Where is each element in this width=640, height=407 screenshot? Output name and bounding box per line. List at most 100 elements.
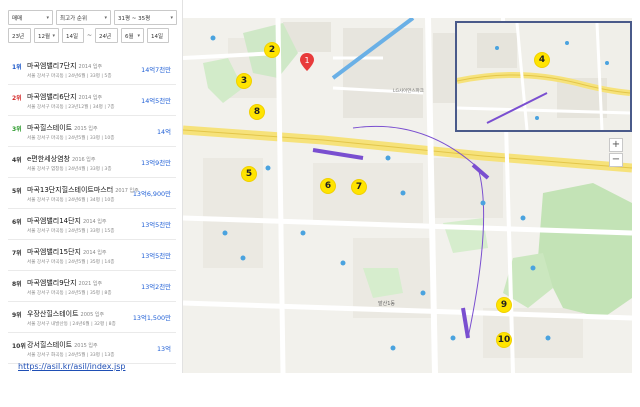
transaction-detail: 서울 강서구 화곡동 | 24년5월 | 33평 | 13층 [27, 353, 115, 358]
rank-label: 4위 [12, 157, 22, 164]
transaction-detail: 서울 강서구 내발산동 | 24년6월 | 32평 | 8층 [27, 322, 116, 327]
rank-label: 8위 [12, 281, 22, 288]
move-in-year: 2014 입주 [83, 250, 107, 256]
rank-label: 2위 [12, 95, 22, 102]
price-value: 13억5천만 [141, 252, 171, 260]
sort-select[interactable]: 최고가 순위 ▾ [56, 10, 111, 25]
transaction-detail: 서울 강서구 마곡동 | 24년6월 | 33평 | 5층 [27, 74, 112, 79]
chevron-down-icon: ▾ [170, 14, 173, 21]
apartment-name: 마곡엠밸리15단지 2014 입주 [27, 247, 107, 257]
rank-label: 7위 [12, 250, 22, 257]
price-value: 13억6,900만 [132, 190, 171, 198]
move-in-year: 2014 입주 [78, 95, 103, 101]
end-month-select[interactable]: 6월 ▾ [121, 28, 145, 43]
transaction-detail: 서울 강서구 마곡동 | 24년6월 | 34평 | 10층 [27, 198, 115, 203]
start-year-select[interactable]: 23년 [8, 28, 31, 43]
pin-label: 1 [304, 56, 309, 65]
ranking-item[interactable]: 3위 마곡힐스테이트 2015 입주서울 강서구 마곡동 | 24년5월 | 33평… [0, 116, 182, 147]
size-select[interactable]: 31평 ~ 35평 ▾ [114, 10, 177, 25]
apartment-name: 마곡힐스테이트 2015 입주 [27, 123, 98, 133]
zoom-in-button[interactable]: + [609, 138, 623, 152]
apartment-name: 마곡엠밸리6단지 2014 입주 [27, 92, 102, 102]
apartment-name: 마곡13단지힐스테이트마스터 2017 입주 [27, 185, 139, 195]
range-separator: ~ [87, 32, 93, 39]
price-value: 13억5천만 [141, 221, 171, 229]
price-value: 13억 [156, 345, 171, 353]
size-value: 31평 ~ 35평 [118, 15, 151, 22]
apartment-name-text: 마곡엠밸리9단지 [27, 279, 77, 287]
transaction-detail: 서울 강서구 마곡동 | 24년5월 | 35평 | 14층 [27, 260, 115, 265]
apartment-marker-7[interactable]: 7 [351, 179, 367, 195]
ranking-item[interactable]: 7위 마곡엠밸리15단지 2014 입주서울 강서구 마곡동 | 24년5월 | 3… [0, 240, 182, 271]
start-month-select[interactable]: 12월 ▾ [34, 28, 59, 43]
apartment-name-text: 마곡엠밸리14단지 [27, 217, 81, 225]
filter-row-2: 23년 12월 ▾ 14일 ~ 24년 6월 ▾ 14일 [8, 28, 170, 43]
apartment-name: 마곡엠밸리7단지 2014 입주 [27, 61, 102, 71]
apartment-marker-2[interactable]: 2 [264, 42, 280, 58]
transaction-detail: 서울 강서구 염창동 | 24년4월 | 33평 | 3층 [27, 167, 112, 172]
ranking-item[interactable]: 8위 마곡엠밸리9단지 2021 입주서울 강서구 마곡동 | 24년5월 | 35… [0, 271, 182, 302]
apartment-name: 강서힐스테이트 2015 입주 [27, 340, 98, 350]
move-in-year: 2015 입주 [74, 343, 98, 349]
apartment-name: 마곡엠밸리9단지 2021 입주 [27, 278, 102, 288]
price-value: 14억 [156, 128, 171, 136]
apartment-name-text: e편한세상염창 [27, 155, 70, 163]
ranking-item[interactable]: 2위 마곡엠밸리6단지 2014 입주서울 강서구 마곡동 | 23년12월 | 3… [0, 85, 182, 116]
landmark-label: LG사이언스파크 [393, 87, 424, 94]
apartment-marker-6[interactable]: 6 [320, 178, 336, 194]
apartment-name-text: 마곡엠밸리7단지 [27, 62, 77, 70]
price-value: 13억1,500만 [132, 314, 171, 322]
apartment-name: e편한세상염창 2016 입주 [27, 154, 95, 164]
apartment-name-text: 강서힐스테이트 [27, 341, 73, 349]
zoom-out-button[interactable]: − [609, 153, 623, 167]
apartment-marker-3[interactable]: 3 [236, 73, 252, 89]
apartment-marker-8[interactable]: 8 [249, 104, 265, 120]
apartment-marker-5[interactable]: 5 [241, 166, 257, 182]
apartment-name-text: 마곡엠밸리15단지 [27, 248, 81, 256]
apartment-marker-10[interactable]: 10 [496, 332, 512, 348]
price-value: 13억9천만 [141, 159, 171, 167]
apartment-marker-4[interactable]: 4 [534, 52, 550, 68]
move-in-year: 2005 입주 [80, 312, 105, 318]
apartment-name: 마곡엠밸리14단지 2014 입주 [27, 216, 107, 226]
ranking-item[interactable]: 4위 e편한세상염창 2016 입주서울 강서구 염창동 | 24년4월 | 33평… [0, 147, 182, 178]
apartment-name-text: 마곡엠밸리6단지 [27, 93, 77, 101]
ranking-item[interactable]: 1위 마곡엠밸리7단지 2014 입주 서울 강서구 마곡동 | 24년6월 | 33… [0, 54, 182, 85]
inset-map[interactable]: 4 [455, 21, 632, 132]
start-month-value: 12월 [38, 33, 51, 40]
ranking-item[interactable]: 5위 마곡13단지힐스테이트마스터 2017 입주 서울 강서구 마곡동 | 24년6… [0, 178, 182, 209]
ranking-item[interactable]: 6위 마곡엠밸리14단지 2014 입주서울 강서구 마곡동 | 24년5월 | 3… [0, 209, 182, 240]
start-day-select[interactable]: 14일 [62, 28, 84, 43]
move-in-year: 2021 입주 [78, 281, 103, 287]
district-label: 발산1동 [378, 300, 395, 307]
rank-label: 3위 [12, 126, 22, 133]
filter-row-1: 매매 ▾ 최고가 순위 ▾ 31평 ~ 35평 ▾ [8, 10, 177, 25]
move-in-year: 2015 입주 [74, 126, 98, 132]
transaction-detail: 서울 강서구 마곡동 | 24년5월 | 33평 | 10층 [27, 136, 115, 141]
source-link[interactable]: https://asil.kr/asil/index.jsp [18, 362, 125, 371]
price-value: 14억5천만 [141, 97, 171, 105]
move-in-year: 2016 입주 [71, 157, 96, 163]
chevron-down-icon: ▾ [52, 32, 55, 39]
apartment-name-text: 마곡힐스테이트 [27, 124, 73, 132]
rank-label: 6위 [12, 219, 22, 226]
sort-value: 최고가 순위 [60, 15, 88, 22]
end-month-value: 6월 [125, 33, 134, 40]
transaction-detail: 서울 강서구 마곡동 | 23년12월 | 34평 | 7층 [27, 105, 115, 110]
end-year-select[interactable]: 24년 [95, 28, 119, 43]
move-in-year: 2014 입주 [83, 219, 107, 225]
trade-type-select[interactable]: 매매 ▾ [8, 10, 53, 25]
end-day-value: 14일 [151, 33, 164, 40]
transaction-detail: 서울 강서구 마곡동 | 24년5월 | 35평 | 8층 [27, 291, 112, 296]
rank-label: 9위 [12, 312, 22, 319]
ranking-item[interactable]: 9위 우장산힐스테이트 2005 입주 서울 강서구 내발산동 | 24년6월 | 3… [0, 302, 182, 333]
end-year-value: 24년 [99, 33, 112, 40]
apartment-name-text: 마곡13단지힐스테이트마스터 [27, 186, 114, 194]
location-pin-icon[interactable]: 1 [300, 53, 314, 71]
apartment-marker-9[interactable]: 9 [496, 297, 512, 313]
ranking-panel: 매매 ▾ 최고가 순위 ▾ 31평 ~ 35평 ▾ 23년 12월 ▾ 14일 ~ 24… [0, 0, 183, 373]
end-day-select[interactable]: 14일 [147, 28, 170, 43]
ranking-item[interactable]: 10위 강서힐스테이트 2015 입주 서울 강서구 화곡동 | 24년5월 | 33… [0, 333, 182, 364]
transaction-detail: 서울 강서구 마곡동 | 24년5월 | 33평 | 15층 [27, 229, 115, 234]
trade-type-value: 매매 [12, 15, 23, 22]
